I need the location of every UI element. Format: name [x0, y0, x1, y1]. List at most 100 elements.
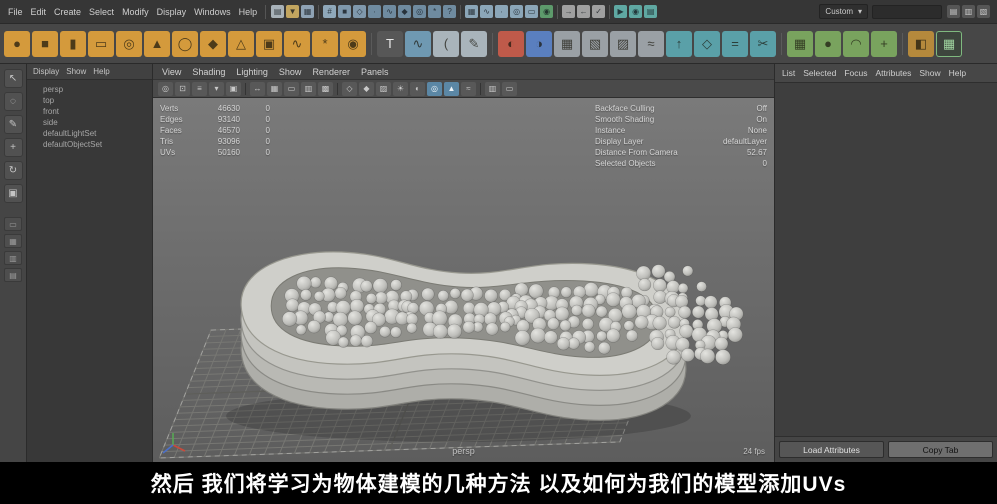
select-hierarchy-icon[interactable]: #: [323, 5, 337, 18]
snap-curve-icon[interactable]: ∿: [480, 5, 494, 18]
make-live-icon[interactable]: ◉: [540, 5, 554, 18]
new-scene-icon[interactable]: ▤: [271, 5, 285, 18]
shelf-pencil-curve-tool[interactable]: ✎: [461, 30, 487, 57]
load-attributes-button[interactable]: Load Attributes: [779, 441, 884, 458]
input-connections-icon[interactable]: →: [562, 5, 576, 18]
mask-surfaces-icon[interactable]: ◆: [398, 5, 412, 18]
layout-four-pane[interactable]: ▦: [4, 234, 22, 248]
ae-menu-list[interactable]: List: [782, 68, 795, 78]
toggle-attribute-editor-icon[interactable]: ▤: [947, 5, 960, 18]
menu-help[interactable]: Help: [235, 5, 262, 19]
shelf-platonic-solid[interactable]: ◆: [200, 30, 226, 57]
shelf-bridge[interactable]: =: [722, 30, 748, 57]
shelf-poly-gear[interactable]: *: [312, 30, 338, 57]
paint-select-tool[interactable]: ✎: [3, 115, 23, 134]
viewport-canvas[interactable]: Verts 46630 0 Edges 93140 0 Faces 46570 0 Tris 930…: [153, 98, 774, 462]
shelf-soccer-ball[interactable]: ◉: [340, 30, 366, 57]
motion-blur-icon[interactable]: ≈: [461, 81, 476, 96]
layout-single-pane[interactable]: ▭: [4, 217, 22, 231]
shelf-quad-draw[interactable]: ▦: [787, 30, 813, 57]
xray-icon[interactable]: ▥: [485, 81, 500, 96]
rotate-tool[interactable]: ↻: [3, 161, 23, 180]
outliner-item-defaultObjectSet[interactable]: defaultObjectSet: [27, 139, 152, 150]
shelf-boolean-difference[interactable]: ◑: [526, 30, 552, 57]
mask-misc-icon[interactable]: ?: [443, 5, 457, 18]
grid-toggle-icon[interactable]: ▦: [267, 81, 282, 96]
mask-points-icon[interactable]: ∙: [368, 5, 382, 18]
shelf-poly-sphere[interactable]: ●: [4, 30, 30, 57]
ae-menu-attributes[interactable]: Attributes: [875, 68, 911, 78]
shaded-icon[interactable]: ◆: [359, 81, 374, 96]
workspace-dropdown[interactable]: Custom ▾: [819, 4, 868, 19]
move-tool[interactable]: +: [3, 138, 23, 157]
image-plane-icon[interactable]: ▣: [226, 81, 241, 96]
shelf-poly-text[interactable]: T: [377, 30, 403, 57]
screen-space-ao-icon[interactable]: ◎: [427, 81, 442, 96]
shelf-boolean-union[interactable]: ◐: [498, 30, 524, 57]
shelf-active-tool[interactable]: ▦: [936, 30, 962, 57]
shadows-icon[interactable]: ◐: [410, 81, 425, 96]
camera-attributes-icon[interactable]: ≡: [192, 81, 207, 96]
2d-pan-zoom-icon[interactable]: ↔: [250, 81, 265, 96]
shelf-ep-curve-tool[interactable]: (: [433, 30, 459, 57]
shelf-combine[interactable]: ▦: [554, 30, 580, 57]
snap-grid-icon[interactable]: ▦: [465, 5, 479, 18]
menu-display[interactable]: Display: [153, 5, 191, 19]
shelf-poly-disc[interactable]: ◯: [172, 30, 198, 57]
shelf-sculpt-brush[interactable]: ●: [815, 30, 841, 57]
shelf-mirror[interactable]: ◧: [908, 30, 934, 57]
select-tool[interactable]: ↖: [3, 69, 23, 88]
menu-edit[interactable]: Edit: [27, 5, 51, 19]
shelf-poly-plane[interactable]: ▭: [88, 30, 114, 57]
ae-menu-selected[interactable]: Selected: [803, 68, 836, 78]
open-scene-icon[interactable]: ▼: [286, 5, 300, 18]
shelf-separate[interactable]: ▧: [582, 30, 608, 57]
select-object-icon[interactable]: ■: [338, 5, 352, 18]
textured-icon[interactable]: ▨: [376, 81, 391, 96]
shelf-poly-cone[interactable]: ▲: [144, 30, 170, 57]
vp-menu-shading[interactable]: Shading: [192, 67, 225, 77]
quick-select-input[interactable]: [872, 4, 942, 19]
snap-projected-center-icon[interactable]: ◎: [510, 5, 524, 18]
select-camera-icon[interactable]: ◎: [158, 81, 173, 96]
outliner-menu-show[interactable]: Show: [66, 67, 86, 76]
layout-persp-outliner[interactable]: ▥: [4, 251, 22, 265]
film-gate-icon[interactable]: ▭: [284, 81, 299, 96]
shelf-poly-cylinder[interactable]: ▮: [60, 30, 86, 57]
toggle-channel-box-icon[interactable]: ▧: [977, 5, 990, 18]
shelf-smooth[interactable]: ≈: [638, 30, 664, 57]
resolution-gate-icon[interactable]: ▥: [301, 81, 316, 96]
shelf-sculpt-grab[interactable]: +: [871, 30, 897, 57]
shelf-fill-hole[interactable]: ▨: [610, 30, 636, 57]
menu-select[interactable]: Select: [85, 5, 118, 19]
vp-menu-renderer[interactable]: Renderer: [312, 67, 350, 77]
toggle-tool-settings-icon[interactable]: ▥: [962, 5, 975, 18]
mask-dynamics-icon[interactable]: *: [428, 5, 442, 18]
vp-menu-view[interactable]: View: [162, 67, 181, 77]
menu-windows[interactable]: Windows: [190, 5, 235, 19]
outliner-item-persp[interactable]: persp: [27, 84, 152, 95]
ae-menu-show[interactable]: Show: [919, 68, 940, 78]
mask-curves-icon[interactable]: ∿: [383, 5, 397, 18]
scale-tool[interactable]: ▣: [3, 184, 23, 203]
shelf-poly-cube[interactable]: ■: [32, 30, 58, 57]
use-all-lights-icon[interactable]: ☀: [393, 81, 408, 96]
vp-menu-lighting[interactable]: Lighting: [236, 67, 268, 77]
ae-menu-focus[interactable]: Focus: [844, 68, 867, 78]
construction-history-icon[interactable]: ✓: [592, 5, 606, 18]
attribute-editor-body[interactable]: [775, 83, 997, 436]
menu-create[interactable]: Create: [50, 5, 85, 19]
outliner-item-side[interactable]: side: [27, 117, 152, 128]
shelf-sculpt-smooth[interactable]: ◠: [843, 30, 869, 57]
multisample-aa-icon[interactable]: ▲: [444, 81, 459, 96]
wireframe-icon[interactable]: ◇: [342, 81, 357, 96]
outliner-menu-help[interactable]: Help: [93, 67, 109, 76]
layout-hypershade[interactable]: ▤: [4, 268, 22, 282]
render-frame-icon[interactable]: ▶: [614, 5, 628, 18]
mask-deformations-icon[interactable]: ◎: [413, 5, 427, 18]
shelf-sweep-mesh[interactable]: ∿: [405, 30, 431, 57]
select-component-icon[interactable]: ◇: [353, 5, 367, 18]
snap-point-icon[interactable]: ∙: [495, 5, 509, 18]
vp-menu-show[interactable]: Show: [279, 67, 302, 77]
menu-modify[interactable]: Modify: [118, 5, 153, 19]
